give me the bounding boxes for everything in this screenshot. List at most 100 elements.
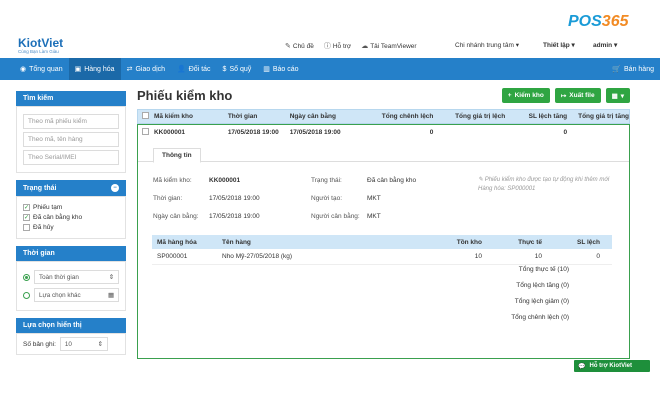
search-input-serial[interactable]: Theo Serial/IMEI — [23, 150, 119, 165]
collapse-icon[interactable]: − — [111, 184, 119, 192]
user-menu[interactable]: admin ▾ — [593, 41, 617, 49]
grid-icon: ▦ — [611, 92, 618, 100]
chevron-down-icon: ▾ — [613, 42, 618, 49]
records-value: 10 — [64, 340, 72, 348]
summary-total-diff: Tổng chênh lệch (0) — [511, 314, 569, 321]
status-temp-checkbox[interactable]: ✓ Phiếu tạm — [23, 204, 119, 211]
updown-icon: ⇕ — [108, 273, 114, 281]
nav-products[interactable]: ▣ Hàng hóa — [68, 58, 121, 80]
pencil-icon: ✎ — [478, 177, 485, 183]
teamviewer-link[interactable]: ☁ Tải TeamViewer — [361, 41, 416, 51]
status-balanced-checkbox[interactable]: ✓ Đã cân bằng kho — [23, 214, 119, 221]
box-icon: ▣ — [74, 66, 82, 73]
col-stock: Tồn kho — [456, 238, 482, 246]
records-select[interactable]: 10 ⇕ — [59, 337, 108, 351]
creator-label: Người tạo: — [311, 195, 343, 202]
cart-icon: 🛒 — [612, 66, 622, 73]
export-button[interactable]: ↦ Xuất file — [554, 88, 601, 103]
col-total-diff[interactable]: Tổng chênh lệch — [362, 113, 434, 120]
search-input-code[interactable]: Theo mã phiếu kiểm — [23, 114, 119, 129]
tab-info[interactable]: Thông tin — [153, 148, 201, 163]
cell-code: KK000001 — [153, 129, 186, 136]
main-nav: ◉ Tổng quan ▣ Hàng hóa ⇄ Giao dịch 👤 Đối tác… — [0, 58, 660, 80]
nav-label: Báo cáo — [272, 65, 299, 73]
time-all-select[interactable]: Toàn thời gian ⇕ — [34, 270, 119, 284]
status-section: ✓ Phiếu tạm ✓ Đã cân bằng kho Đã hủy — [16, 196, 126, 239]
col-code[interactable]: Mã kiểm kho — [154, 113, 228, 120]
pos-logo-365: 365 — [601, 13, 629, 30]
support-button[interactable]: 💬 Hỗ trợ KiotViet — [574, 360, 650, 372]
col-increase-qty[interactable]: SL lệch tăng — [505, 113, 568, 120]
support-label: Hỗ trợ KiotViet — [589, 363, 632, 369]
product-table: Mã hàng hóa Tên hàng Tồn kho Thực tế SL … — [152, 235, 612, 265]
help-link[interactable]: ⓘ Hỗ trợ — [324, 41, 351, 51]
brush-icon: ✎ — [285, 43, 291, 50]
status-cancelled-checkbox[interactable]: Đã hủy — [23, 224, 119, 231]
col-balance-date[interactable]: Ngày cân bằng — [290, 113, 362, 120]
summary-total-decrease: Tổng lệch giảm (0) — [514, 298, 569, 305]
top-bar: KiotViet Cùng Bạn Làm Giàu P OS 365 ✎ Chủ đ… — [0, 0, 660, 58]
radio-selected-icon — [23, 273, 30, 281]
time-section-title: Thời gian — [23, 250, 55, 257]
checkbox-checked-icon: ✓ — [23, 204, 30, 211]
theme-link[interactable]: ✎ Chủ đề — [285, 41, 314, 51]
col-actual: Thực tế — [518, 238, 542, 246]
calendar-icon: ▦ — [108, 291, 114, 299]
detail-tabbar: Thông tin — [138, 140, 629, 163]
col-diff-qty: SL lệch — [576, 238, 600, 246]
records-label: Số bản ghi: — [23, 340, 56, 348]
col-time[interactable]: Thời gian — [228, 113, 290, 120]
row-detail-panel: Thông tin Mã kiểm kho: KK000001 Thời gian… — [137, 140, 630, 359]
search-input-product[interactable]: Theo mã, tên hàng — [23, 132, 119, 147]
select-all-checkbox[interactable] — [138, 112, 154, 121]
status-label: Trạng thái: — [311, 177, 342, 184]
cell-increase-qty: 0 — [563, 129, 568, 136]
updown-icon: ⇕ — [97, 340, 103, 348]
pos365-logo: P OS 365 — [568, 13, 629, 31]
chevron-down-icon: ▾ — [515, 42, 519, 49]
status-section-header[interactable]: Trạng thái − — [16, 180, 126, 196]
kiotviet-logo[interactable]: KiotViet Cùng Bạn Làm Giàu — [18, 36, 63, 54]
nav-transactions[interactable]: ⇄ Giao dịch — [121, 58, 171, 80]
cell-product-name: Nho Mỹ-27/05/2018 (kg) — [222, 253, 293, 260]
checkbox-checked-icon: ✓ — [23, 214, 30, 221]
settings-label: Thiết lập — [543, 42, 570, 49]
status-value: Đã cân bằng kho — [367, 177, 417, 184]
radio-empty-icon — [23, 291, 30, 299]
row-checkbox[interactable] — [138, 128, 154, 137]
table-row[interactable]: KK000001 17/05/2018 19:00 17/05/2018 19:… — [137, 124, 630, 140]
time-section-header: Thời gian — [16, 246, 126, 261]
auto-create-note: ✎ Phiếu kiểm kho được tạo tự động khi th… — [478, 176, 618, 193]
sales-button[interactable]: 🛒 Bán hàng — [612, 58, 654, 80]
balancer-value: MKT — [367, 213, 381, 220]
display-section-title: Lựa chọn hiển thị — [23, 322, 82, 329]
pos-logo-p: P — [568, 13, 579, 30]
product-table-header: Mã hàng hóa Tên hàng Tồn kho Thực tế SL … — [152, 235, 612, 249]
time-other-label: Lựa chọn khác — [39, 291, 81, 299]
sales-label: Bán hàng — [624, 65, 654, 73]
branch-selector[interactable]: Chi nhánh trung tâm ▾ — [455, 41, 519, 49]
nav-partners[interactable]: 👤 Đối tác — [171, 58, 217, 80]
cloud-icon: ☁ — [361, 43, 369, 50]
nav-reports[interactable]: ▥ Báo cáo — [257, 58, 304, 80]
time-other-input[interactable]: Lựa chọn khác ▦ — [34, 288, 119, 302]
logo-text: KiotViet — [18, 36, 64, 50]
chart-icon: ▥ — [263, 66, 270, 73]
theme-label: Chủ đề — [292, 42, 314, 50]
cell-total-diff: 0 — [429, 129, 434, 136]
col-diff-value[interactable]: Tổng giá trị lệch — [433, 113, 505, 120]
time-all-option[interactable]: Toàn thời gian ⇕ — [23, 270, 119, 284]
balancer-label: Người cân bằng: — [311, 213, 360, 220]
columns-menu-button[interactable]: ▦ ▾ — [605, 88, 630, 103]
logo-slogan: Cùng Bạn Làm Giàu — [18, 49, 59, 54]
nav-overview[interactable]: ◉ Tổng quan — [14, 58, 69, 80]
cell-stock: 10 — [474, 253, 482, 260]
col-increase-value[interactable]: Tổng giá trị tăng — [567, 113, 629, 120]
time-other-option[interactable]: Lựa chọn khác ▦ — [23, 288, 119, 302]
checkbox-empty-icon — [142, 128, 149, 135]
settings-menu[interactable]: Thiết lập ▾ — [543, 41, 575, 49]
note-text: Phiếu kiểm kho được tạo tự động khi thêm… — [478, 177, 610, 192]
summary-total-increase: Tổng lệch tăng (0) — [516, 282, 569, 289]
add-stocktake-button[interactable]: + Kiểm kho — [501, 88, 550, 103]
nav-cashbook[interactable]: $ Sổ quỹ — [217, 58, 258, 80]
